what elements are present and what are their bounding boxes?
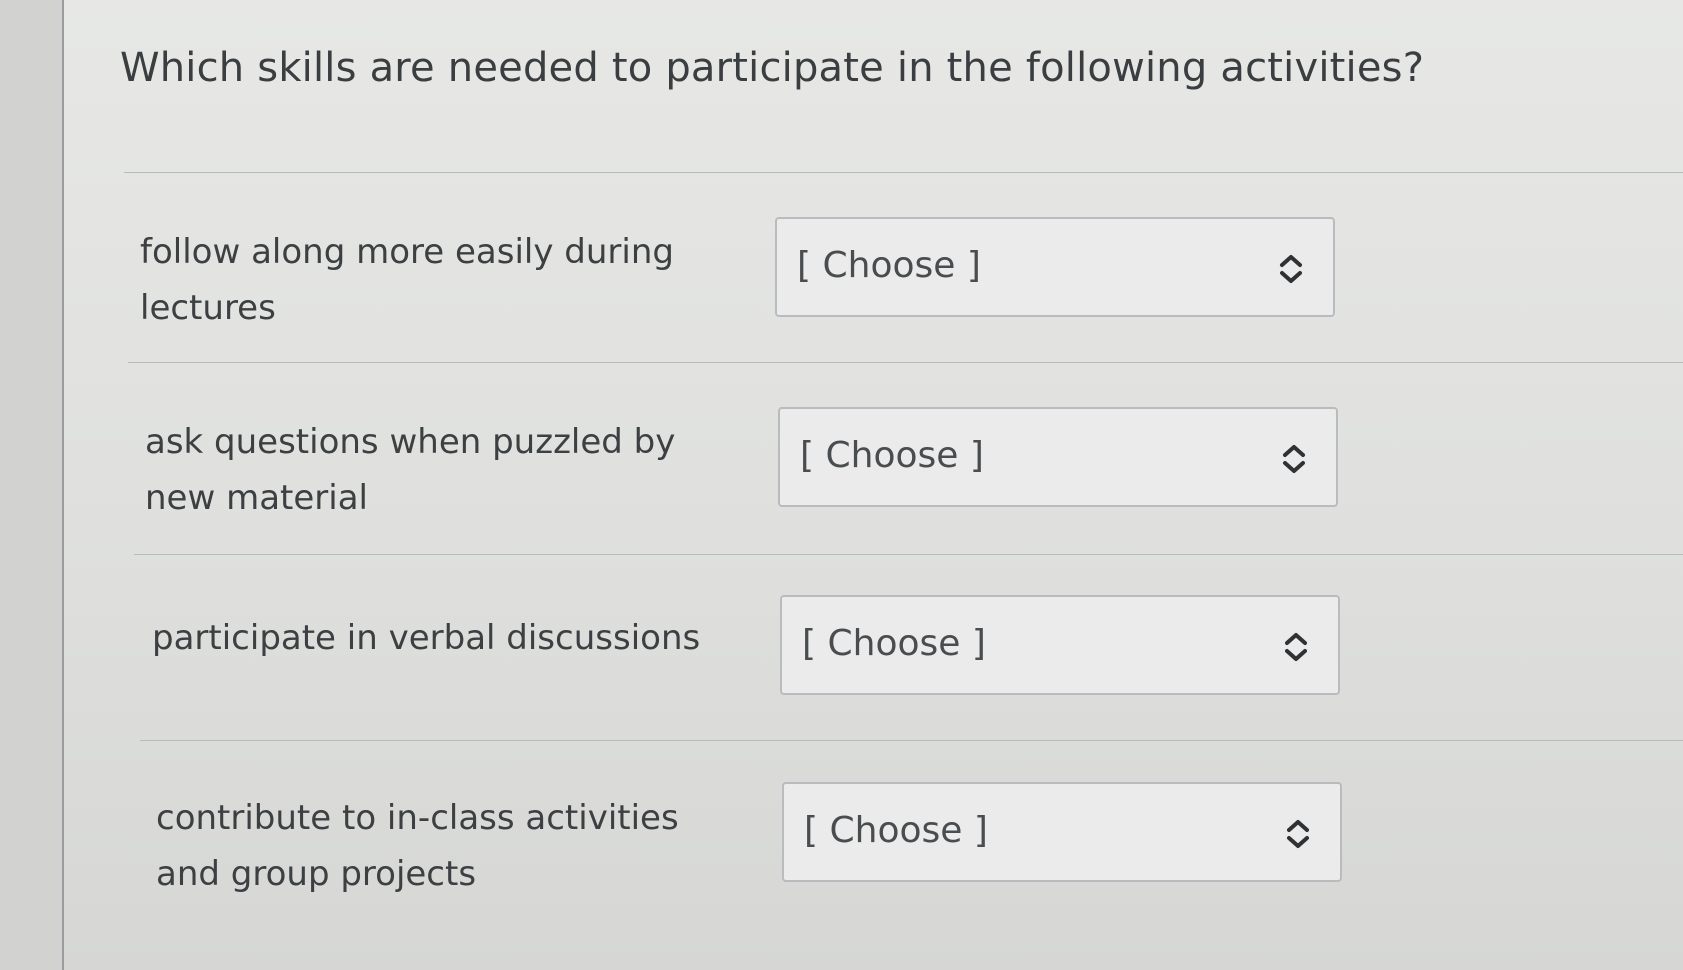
divider (140, 740, 1683, 741)
left-border (62, 0, 64, 970)
chevron-up-down-icon (1287, 820, 1309, 848)
activity-label-2: ask questions when puzzled by new materi… (145, 422, 676, 518)
divider (134, 554, 1683, 555)
divider (124, 172, 1683, 173)
left-margin (0, 0, 62, 970)
select-value: [ Choose ] (800, 435, 984, 476)
answer-select-2[interactable]: [ Choose ] (778, 407, 1338, 507)
chevron-up-down-icon (1283, 445, 1305, 473)
select-value: [ Choose ] (804, 810, 988, 851)
activity-label-4: contribute to in-class activities and gr… (156, 798, 679, 894)
activity-label-3: participate in verbal discussions (152, 618, 701, 658)
divider (128, 362, 1683, 363)
activity-label-1: follow along more easily during lectures (140, 232, 674, 328)
answer-select-3[interactable]: [ Choose ] (780, 595, 1340, 695)
answer-select-1[interactable]: [ Choose ] (775, 217, 1335, 317)
answer-select-4[interactable]: [ Choose ] (782, 782, 1342, 882)
select-value: [ Choose ] (797, 245, 981, 286)
select-value: [ Choose ] (802, 623, 986, 664)
chevron-up-down-icon (1285, 633, 1307, 661)
quiz-page: Which skills are needed to participate i… (0, 0, 1683, 970)
question-text: Which skills are needed to participate i… (120, 45, 1425, 91)
chevron-up-down-icon (1280, 255, 1302, 283)
